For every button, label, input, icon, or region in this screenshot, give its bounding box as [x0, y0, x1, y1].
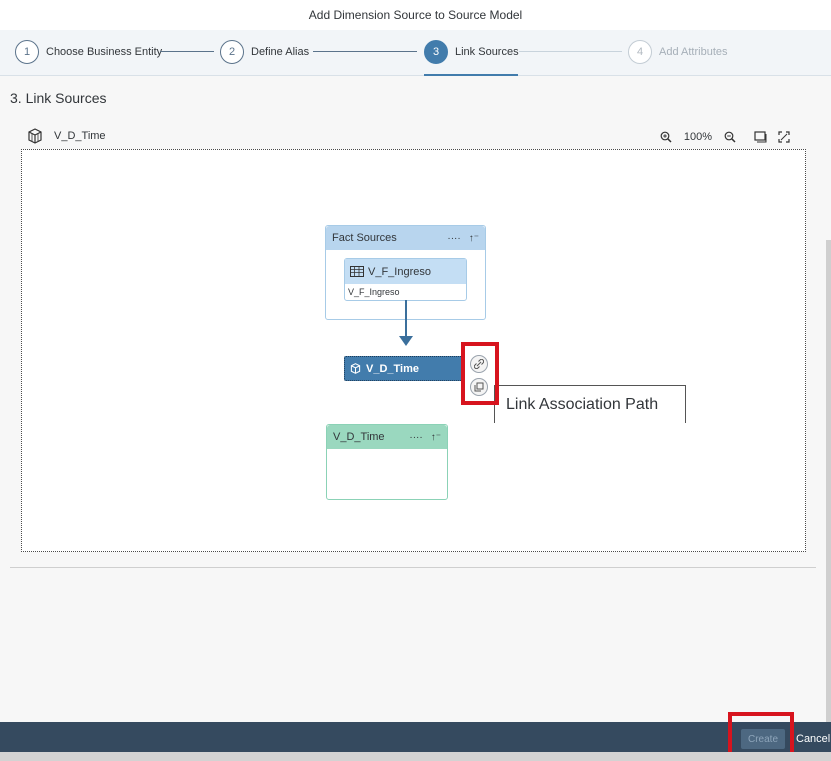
vertical-scrollbar[interactable]: [826, 240, 831, 722]
step-label: Choose Business Entity: [46, 46, 163, 58]
step-number: 1: [15, 40, 39, 64]
wizard-progress: 1 Choose Business Entity 2 Define Alias …: [0, 30, 831, 76]
fact-entity-name: V_F_Ingreso: [368, 265, 431, 278]
step-label: Define Alias: [251, 46, 310, 58]
content-divider: [10, 567, 816, 568]
cube-icon: [28, 128, 42, 144]
more-options-icon[interactable]: ····: [409, 432, 422, 443]
canvas-toolbar: 100%: [654, 128, 796, 146]
step-label: Add Attributes: [659, 46, 728, 58]
dialog-footer: Create Cancel: [0, 722, 831, 752]
dimension-node-title: V_D_Time: [333, 431, 385, 443]
association-arrowhead: [399, 336, 413, 346]
zoom-level: 100%: [683, 131, 712, 143]
fullscreen-icon[interactable]: [772, 128, 796, 146]
step-connector: [313, 51, 417, 52]
step-number: 4: [628, 40, 652, 64]
step-connector: [519, 51, 622, 52]
table-icon: [350, 266, 364, 277]
step-number: 2: [220, 40, 244, 64]
fact-entity-subtitle: V_F_Ingreso: [348, 287, 400, 297]
wizard-step-1[interactable]: 1 Choose Business Entity: [15, 40, 162, 64]
wizard-step-4: 4 Add Attributes: [628, 40, 728, 64]
step-label: Link Sources: [455, 46, 519, 58]
bottom-edge: [0, 752, 831, 761]
selected-dimension-node[interactable]: V_D_Time: [344, 356, 465, 381]
dimension-node-header: V_D_Time ···· ↑⁻: [327, 425, 447, 449]
sort-icon[interactable]: ↑⁻: [431, 432, 441, 443]
more-options-icon[interactable]: ····: [447, 233, 460, 244]
fact-sources-title: Fact Sources: [332, 232, 397, 244]
zoom-in-icon[interactable]: [654, 128, 678, 146]
fit-to-screen-icon[interactable]: [748, 128, 772, 146]
fact-entity-card[interactable]: V_F_Ingreso V_F_Ingreso: [344, 258, 467, 301]
link-association-tooltip: Link Association Path: [494, 385, 686, 423]
cancel-button[interactable]: Cancel: [796, 729, 830, 749]
zoom-out-icon[interactable]: [718, 128, 742, 146]
wizard-step-3[interactable]: 3 Link Sources: [424, 40, 519, 64]
fact-sources-header: Fact Sources ···· ↑⁻: [326, 226, 485, 250]
dialog-title: Add Dimension Source to Source Model: [0, 0, 831, 30]
wizard-step-2[interactable]: 2 Define Alias: [220, 40, 309, 64]
canvas-entity-header: V_D_Time: [27, 128, 106, 144]
association-edge: [405, 300, 407, 338]
create-button-highlight: [728, 712, 794, 757]
sort-icon[interactable]: ↑⁻: [469, 233, 479, 244]
step-connector: [160, 51, 214, 52]
link-buttons-highlight: [461, 342, 499, 405]
section-title: 3. Link Sources: [10, 90, 107, 106]
cube-icon: [350, 363, 361, 374]
step-number: 3: [424, 40, 448, 64]
canvas-entity-name: V_D_Time: [54, 130, 106, 142]
selected-dimension-name: V_D_Time: [366, 362, 419, 375]
dimension-node[interactable]: V_D_Time ···· ↑⁻: [326, 424, 448, 500]
active-step-indicator: [424, 74, 518, 76]
diagram-canvas[interactable]: Fact Sources ···· ↑⁻ V_F_Ingreso V_F_Ing…: [21, 149, 806, 552]
